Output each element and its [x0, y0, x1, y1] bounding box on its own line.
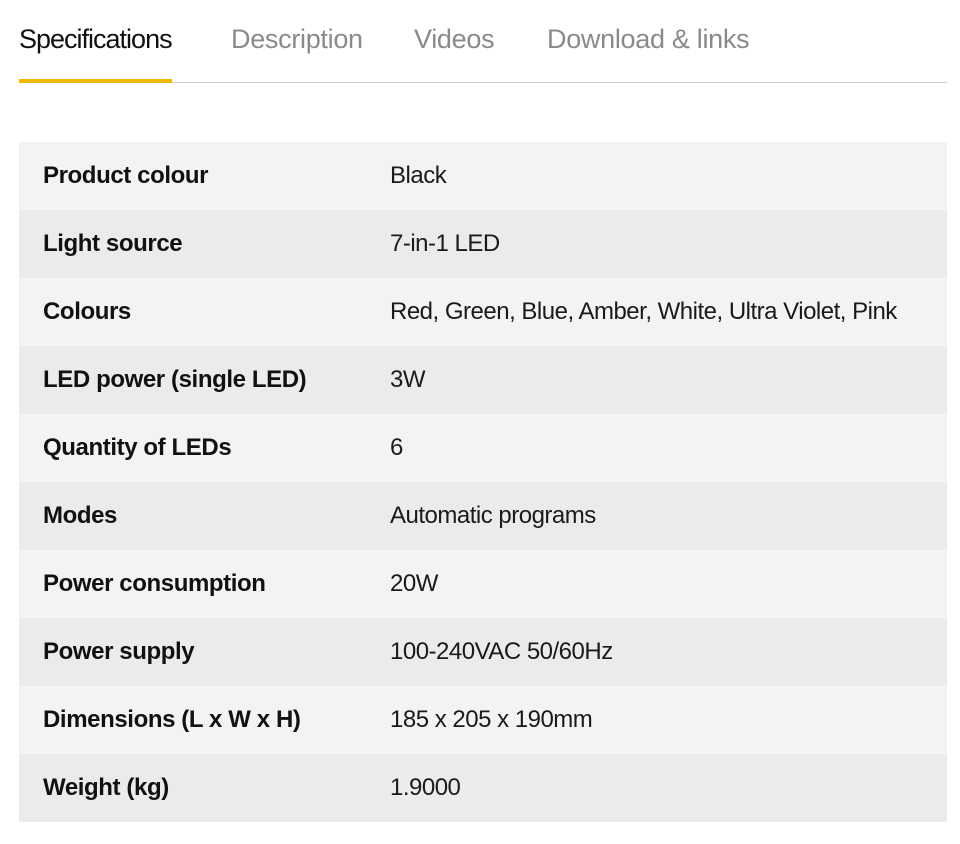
spec-row: Power supply 100-240VAC 50/60Hz — [19, 618, 947, 686]
active-tab-indicator — [19, 79, 172, 83]
spec-label: Light source — [43, 230, 183, 257]
spec-row: Weight (kg) 1.9000 — [19, 754, 947, 822]
spec-value: Automatic programs — [390, 502, 596, 529]
tab-videos[interactable]: Videos — [414, 20, 495, 58]
spec-label: Dimensions (L x W x H) — [43, 706, 301, 733]
spec-label: Power consumption — [43, 570, 266, 597]
spec-value: 185 x 205 x 190mm — [390, 706, 593, 733]
spec-value: 100-240VAC 50/60Hz — [390, 638, 613, 665]
spec-row: LED power (single LED) 3W — [19, 346, 947, 414]
tab-bar: Specifications Description Videos Downlo… — [19, 0, 947, 83]
spec-value: Red, Green, Blue, Amber, White, Ultra Vi… — [390, 298, 897, 325]
spec-label: Colours — [43, 298, 131, 325]
spec-row: Quantity of LEDs 6 — [19, 414, 947, 482]
spec-row: Modes Automatic programs — [19, 482, 947, 550]
spec-label: Weight (kg) — [43, 774, 169, 801]
spec-value: 1.9000 — [390, 774, 461, 801]
spec-label: Modes — [43, 502, 118, 529]
spec-row: Light source 7-in-1 LED — [19, 210, 947, 278]
spec-row: Product colour Black — [19, 142, 947, 210]
spec-value: 20W — [390, 570, 438, 597]
tab-download-links[interactable]: Download & links — [547, 20, 750, 58]
spec-row: Dimensions (L x W x H) 185 x 205 x 190mm — [19, 686, 947, 754]
tab-specifications[interactable]: Specifications — [19, 20, 173, 58]
spec-row: Power consumption 20W — [19, 550, 947, 618]
spec-value: Black — [390, 162, 447, 189]
specifications-table: Product colour Black Light source 7-in-1… — [19, 142, 947, 822]
spec-label: Power supply — [43, 638, 195, 665]
tab-description[interactable]: Description — [231, 20, 363, 58]
spec-value: 6 — [390, 434, 403, 461]
spec-value: 3W — [390, 366, 426, 393]
spec-label: Quantity of LEDs — [43, 434, 232, 461]
spec-label: LED power (single LED) — [43, 366, 307, 393]
spec-value: 7-in-1 LED — [390, 230, 500, 257]
spec-label: Product colour — [43, 162, 209, 189]
spec-row: Colours Red, Green, Blue, Amber, White, … — [19, 278, 947, 346]
